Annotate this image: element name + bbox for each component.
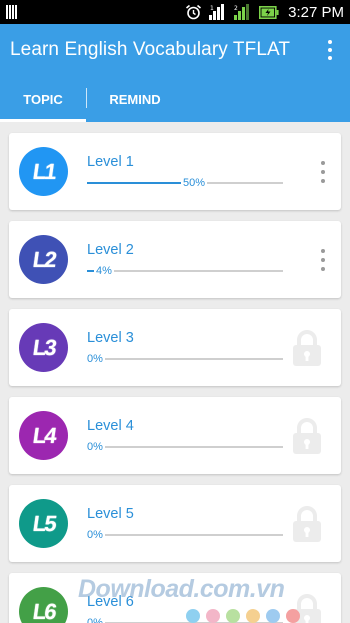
progress-fill	[87, 270, 94, 272]
progress-percent: 0%	[87, 529, 103, 541]
level-title: Level 3	[87, 330, 134, 346]
level-badge-icon: L6	[19, 587, 68, 623]
level-info: Level 6 0%	[87, 594, 283, 623]
lock-icon	[291, 593, 323, 623]
tab-remind[interactable]: REMIND	[87, 76, 183, 122]
level-title: Level 2	[87, 242, 134, 258]
level-badge-label: L6	[30, 598, 57, 623]
level-badge-label: L1	[30, 158, 57, 184]
progress-track	[104, 446, 283, 448]
level-card-1[interactable]: L1 Level 1 50%	[9, 133, 341, 210]
level-badge-label: L2	[30, 246, 57, 272]
level-badge-icon: L3	[19, 323, 68, 372]
level-badge-label: L5	[30, 510, 57, 536]
level-badge-icon: L5	[19, 499, 68, 548]
status-left	[6, 5, 185, 19]
level-title: Level 6	[87, 594, 134, 610]
progress-percent: 50%	[183, 177, 206, 189]
level-title: Level 5	[87, 506, 134, 522]
level-list: L1 Level 1 50% L2 Level 2 4% L3 Level 3 0% L4 Leve…	[0, 122, 350, 623]
notification-grid-icon	[6, 5, 18, 19]
tab-bar: TOPIC REMIND	[0, 76, 350, 122]
level-card-4[interactable]: L4 Level 4 0%	[9, 397, 341, 474]
progress-percent: 0%	[87, 617, 103, 623]
progress-bar: 0%	[87, 529, 283, 541]
level-info: Level 2 4%	[87, 242, 283, 277]
progress-track	[113, 270, 283, 272]
status-time: 3:27 PM	[288, 3, 344, 21]
level-card-5[interactable]: L5 Level 5 0%	[9, 485, 341, 562]
progress-track	[207, 182, 283, 184]
progress-bar: 0%	[87, 353, 283, 365]
progress-fill	[87, 182, 181, 184]
level-more-icon[interactable]	[315, 249, 331, 271]
progress-percent: 0%	[87, 441, 103, 453]
level-badge-icon: L2	[19, 235, 68, 284]
battery-charging-icon	[259, 5, 279, 19]
lock-icon	[291, 329, 323, 372]
status-bar: 1 2 3:27 PM	[0, 0, 350, 24]
level-title: Level 4	[87, 418, 134, 434]
progress-percent: 0%	[87, 353, 103, 365]
level-badge-label: L4	[30, 422, 57, 448]
level-badge-icon: L1	[19, 147, 68, 196]
level-info: Level 4 0%	[87, 418, 283, 453]
level-badge-icon: L4	[19, 411, 68, 460]
progress-bar: 0%	[87, 441, 283, 453]
level-info: Level 1 50%	[87, 154, 283, 189]
alarm-clock-icon	[185, 4, 202, 20]
progress-percent: 4%	[96, 265, 112, 277]
level-card-2[interactable]: L2 Level 2 4%	[9, 221, 341, 298]
progress-bar: 4%	[87, 265, 283, 277]
level-card-3[interactable]: L3 Level 3 0%	[9, 309, 341, 386]
progress-track	[104, 358, 283, 360]
svg-text:2: 2	[234, 5, 238, 12]
level-info: Level 3 0%	[87, 330, 283, 365]
signal-sim1-icon: 1	[209, 4, 227, 20]
level-info: Level 5 0%	[87, 506, 283, 541]
status-right: 1 2 3:27 PM	[185, 4, 344, 21]
progress-track	[104, 534, 283, 536]
progress-bar: 0%	[87, 617, 283, 623]
lock-icon	[291, 417, 323, 460]
tab-topic[interactable]: TOPIC	[0, 76, 86, 122]
level-title: Level 1	[87, 154, 134, 170]
progress-bar: 50%	[87, 177, 283, 189]
signal-sim2-icon: 2	[234, 4, 252, 20]
app-bar: Learn English Vocabulary TFLAT	[0, 24, 350, 76]
app-title: Learn English Vocabulary TFLAT	[10, 39, 291, 60]
level-card-6[interactable]: L6 Level 6 0%	[9, 573, 341, 623]
svg-text:1: 1	[210, 5, 214, 12]
level-more-icon[interactable]	[315, 161, 331, 183]
lock-icon	[291, 505, 323, 548]
overflow-menu-icon[interactable]	[320, 35, 340, 65]
level-badge-label: L3	[30, 334, 57, 360]
